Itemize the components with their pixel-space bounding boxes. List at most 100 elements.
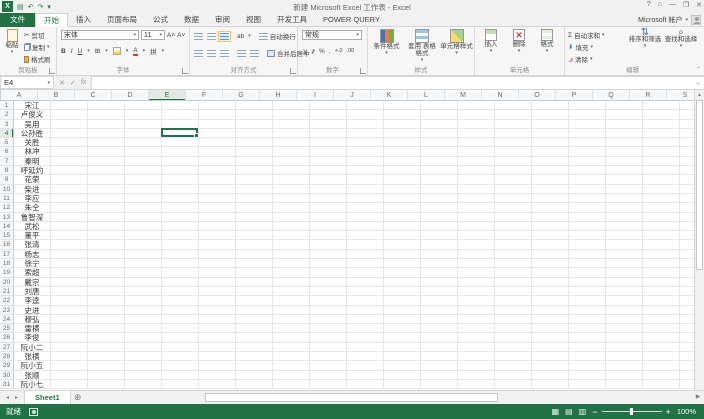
cell-A1[interactable]: 宋江 [14,101,51,111]
cell-E23[interactable] [162,305,199,315]
cell-I19[interactable] [310,268,347,278]
column-header-I[interactable]: I [297,90,334,100]
cell-M14[interactable] [458,221,495,232]
row-header-12[interactable]: 12 [0,203,14,213]
cell-K19[interactable] [384,268,421,278]
cell-L23[interactable] [421,305,458,315]
cell-D8[interactable] [125,166,162,176]
cell-I11[interactable] [310,193,347,204]
cell-J13[interactable] [347,212,384,222]
cell-L14[interactable] [421,221,458,232]
cell-C21[interactable] [88,286,125,297]
cell-J31[interactable] [347,379,384,390]
zoom-in-icon[interactable]: + [666,407,671,417]
cell-I21[interactable] [310,286,347,297]
cell-J17[interactable] [347,249,384,260]
cell-K4[interactable] [384,128,421,139]
cell-A18[interactable]: 徐宁 [14,259,51,269]
cell-C19[interactable] [88,268,125,278]
cell-I1[interactable] [310,101,347,111]
cell-I23[interactable] [310,305,347,315]
row-header-1[interactable]: 1 [0,101,14,111]
cell-P25[interactable] [569,324,606,334]
cell-J28[interactable] [347,352,384,362]
italic-button[interactable]: I [71,48,73,55]
cell-H25[interactable] [273,324,310,334]
cell-M27[interactable] [458,342,495,353]
vertical-scroll-thumb[interactable] [696,100,703,270]
cell-O30[interactable] [532,370,569,380]
cell-L20[interactable] [421,277,458,287]
tab-页面布局[interactable]: 页面布局 [99,13,145,27]
cell-D19[interactable] [125,268,162,278]
alignment-dialog-launcher[interactable] [290,68,296,74]
cell-I9[interactable] [310,175,347,185]
cell-Q27[interactable] [606,342,643,353]
cell-P21[interactable] [569,286,606,297]
cell-G7[interactable] [236,156,273,167]
cell-P12[interactable] [569,203,606,213]
cell-O8[interactable] [532,166,569,176]
cell-R28[interactable] [643,352,680,362]
cell-K16[interactable] [384,240,421,250]
cell-D10[interactable] [125,184,162,194]
cell-F24[interactable] [199,314,236,325]
find-select-button[interactable]: ⌕ 查找和选择 ▾ [664,28,698,50]
cell-N18[interactable] [495,259,532,269]
cell-L10[interactable] [421,184,458,194]
cell-A9[interactable]: 花荣 [14,175,51,185]
cell-J8[interactable] [347,166,384,176]
cell-C5[interactable] [88,138,125,148]
cell-C30[interactable] [88,370,125,380]
cell-O4[interactable] [532,128,569,139]
row-header-21[interactable]: 21 [0,286,14,297]
cell-E7[interactable] [162,156,199,167]
cell-H31[interactable] [273,379,310,390]
cell-P4[interactable] [569,128,606,139]
zoom-slider[interactable]: − + [592,407,671,417]
cell-R1[interactable] [643,101,680,111]
cell-J21[interactable] [347,286,384,297]
cell-F2[interactable] [199,110,236,120]
cell-D13[interactable] [125,212,162,222]
prev-sheet-icon[interactable]: ◂ [6,394,9,401]
cell-R3[interactable] [643,119,680,129]
cell-A11[interactable]: 李应 [14,193,51,204]
cell-P2[interactable] [569,110,606,120]
cell-D26[interactable] [125,333,162,343]
cell-A3[interactable]: 吴用 [14,119,51,129]
cell-I5[interactable] [310,138,347,148]
cell-B30[interactable] [51,370,88,380]
cell-O29[interactable] [532,361,569,371]
cell-N6[interactable] [495,147,532,157]
row-header-25[interactable]: 25 [0,324,14,334]
cell-Q5[interactable] [606,138,643,148]
row-header-18[interactable]: 18 [0,259,14,269]
cell-H23[interactable] [273,305,310,315]
cell-K29[interactable] [384,361,421,371]
cell-R20[interactable] [643,277,680,287]
cell-Q21[interactable] [606,286,643,297]
cell-O5[interactable] [532,138,569,148]
cell-H27[interactable] [273,342,310,353]
cell-K26[interactable] [384,333,421,343]
cell-A19[interactable]: 索超 [14,268,51,278]
cell-J22[interactable] [347,296,384,306]
row-header-17[interactable]: 17 [0,249,14,260]
cell-K7[interactable] [384,156,421,167]
cell-M3[interactable] [458,119,495,129]
cell-N20[interactable] [495,277,532,287]
cell-Q9[interactable] [606,175,643,185]
cell-B16[interactable] [51,240,88,250]
cell-Q8[interactable] [606,166,643,176]
cell-P23[interactable] [569,305,606,315]
cell-R7[interactable] [643,156,680,167]
cell-L25[interactable] [421,324,458,334]
cell-R25[interactable] [643,324,680,334]
cell-N21[interactable] [495,286,532,297]
cell-G17[interactable] [236,249,273,260]
cell-E6[interactable] [162,147,199,157]
cell-L26[interactable] [421,333,458,343]
cell-A25[interactable]: 雷横 [14,324,51,334]
column-header-D[interactable]: D [112,90,149,100]
